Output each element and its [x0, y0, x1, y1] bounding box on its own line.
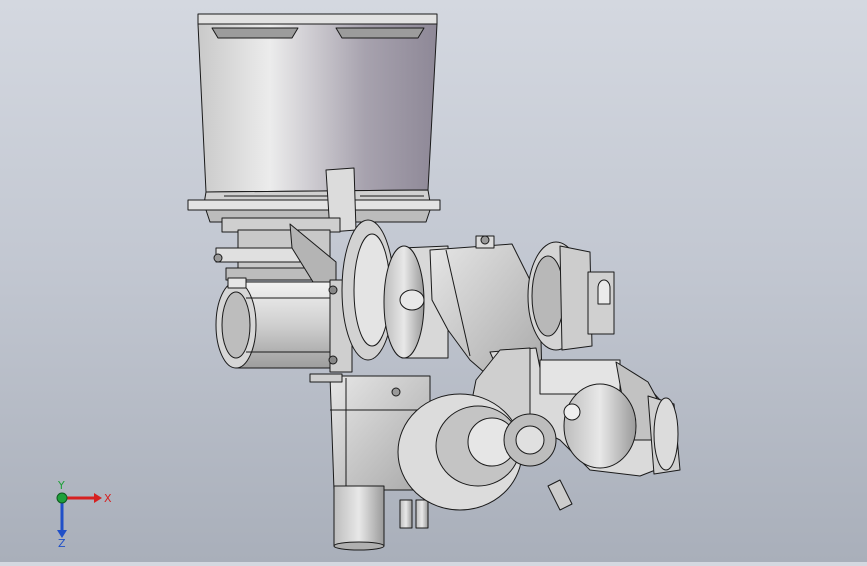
assembly-model[interactable]: [0, 0, 867, 562]
axis-triad-graphic: X Y Z: [56, 479, 112, 550]
right-flange-motor[interactable]: [527, 241, 615, 351]
y-axis-dot: [56, 492, 68, 504]
hopper[interactable]: [187, 13, 441, 223]
servo-motor[interactable]: [215, 277, 353, 373]
y-axis-label: Y: [57, 479, 65, 492]
z-axis-label: Z: [58, 537, 66, 548]
x-axis-arrowhead: [94, 493, 102, 503]
x-axis-label: X: [104, 492, 112, 505]
orientation-triad: X Y Z: [40, 478, 120, 550]
bottom-nozzle[interactable]: [333, 485, 429, 551]
collar-spool[interactable]: [397, 393, 523, 511]
cad-3d-viewport[interactable]: X Y Z: [0, 0, 867, 562]
